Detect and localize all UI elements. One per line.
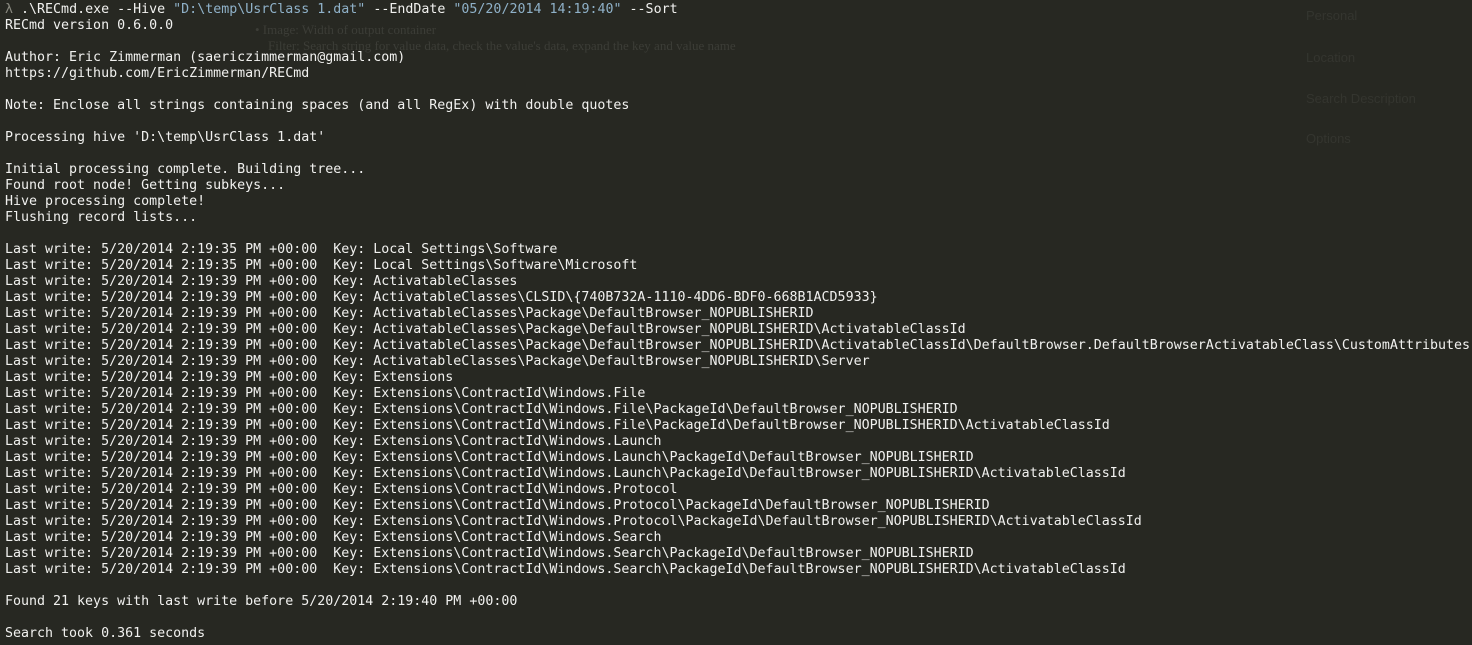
- result-row: Last write: 5/20/2014 2:19:39 PM +00:00 …: [5, 338, 1470, 353]
- result-row: Last write: 5/20/2014 2:19:39 PM +00:00 …: [5, 562, 1126, 577]
- progress-line: Flushing record lists...: [5, 210, 198, 225]
- result-row: Last write: 5/20/2014 2:19:39 PM +00:00 …: [5, 514, 1142, 529]
- hive-path-arg: "D:\temp\UsrClass 1.dat": [173, 2, 366, 17]
- result-row: Last write: 5/20/2014 2:19:35 PM +00:00 …: [5, 258, 638, 273]
- result-row: Last write: 5/20/2014 2:19:39 PM +00:00 …: [5, 274, 518, 289]
- result-row: Last write: 5/20/2014 2:19:39 PM +00:00 …: [5, 418, 1110, 433]
- result-row: Last write: 5/20/2014 2:19:39 PM +00:00 …: [5, 354, 870, 369]
- result-row: Last write: 5/20/2014 2:19:39 PM +00:00 …: [5, 466, 1126, 481]
- author-line: Author: Eric Zimmerman (saericzimmerman@…: [5, 50, 406, 65]
- result-row: Last write: 5/20/2014 2:19:39 PM +00:00 …: [5, 322, 966, 337]
- result-row: Last write: 5/20/2014 2:19:39 PM +00:00 …: [5, 450, 974, 465]
- result-row: Last write: 5/20/2014 2:19:39 PM +00:00 …: [5, 290, 878, 305]
- terminal-window[interactable]: Personal Location Search Description Opt…: [0, 0, 1472, 645]
- result-row: Last write: 5/20/2014 2:19:39 PM +00:00 …: [5, 530, 662, 545]
- result-row: Last write: 5/20/2014 2:19:39 PM +00:00 …: [5, 434, 662, 449]
- processing-line: Processing hive 'D:\temp\UsrClass 1.dat': [5, 130, 326, 145]
- result-row: Last write: 5/20/2014 2:19:39 PM +00:00 …: [5, 402, 958, 417]
- result-row: Last write: 5/20/2014 2:19:39 PM +00:00 …: [5, 306, 814, 321]
- sort-flag: --Sort: [629, 2, 678, 17]
- result-row: Last write: 5/20/2014 2:19:39 PM +00:00 …: [5, 386, 646, 401]
- version-line: RECmd version 0.6.0.0: [5, 18, 174, 33]
- results-list: Last write: 5/20/2014 2:19:35 PM +00:00 …: [5, 242, 1472, 578]
- result-row: Last write: 5/20/2014 2:19:39 PM +00:00 …: [5, 498, 990, 513]
- result-row: Last write: 5/20/2014 2:19:39 PM +00:00 …: [5, 370, 454, 385]
- url-line: https://github.com/EricZimmerman/RECmd: [5, 66, 310, 81]
- note-line: Note: Enclose all strings containing spa…: [5, 98, 630, 113]
- progress-line: Hive processing complete!: [5, 194, 206, 209]
- progress-line: Found root node! Getting subkeys...: [5, 178, 286, 193]
- command-exe: .\RECmd.exe: [21, 2, 110, 17]
- command-line: λ .\RECmd.exe --Hive "D:\temp\UsrClass 1…: [5, 2, 1472, 18]
- prompt-lambda-icon: λ: [5, 2, 14, 17]
- result-row: Last write: 5/20/2014 2:19:39 PM +00:00 …: [5, 546, 974, 561]
- summary-found-line: Found 21 keys with last write before 5/2…: [5, 594, 518, 609]
- hive-flag: --Hive: [117, 2, 166, 17]
- result-row: Last write: 5/20/2014 2:19:39 PM +00:00 …: [5, 482, 678, 497]
- enddate-flag: --EndDate: [373, 2, 446, 17]
- summary-timing-line: Search took 0.361 seconds: [5, 626, 206, 641]
- progress-line: Initial processing complete. Building tr…: [5, 162, 366, 177]
- enddate-arg: "05/20/2014 14:19:40": [453, 2, 622, 17]
- result-row: Last write: 5/20/2014 2:19:35 PM +00:00 …: [5, 242, 558, 257]
